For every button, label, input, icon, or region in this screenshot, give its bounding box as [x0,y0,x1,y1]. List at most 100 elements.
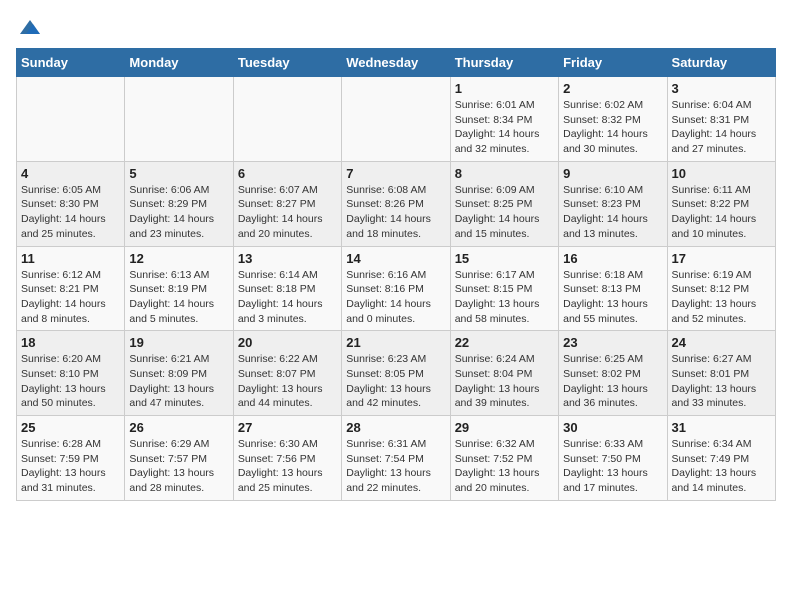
day-number: 27 [238,420,337,435]
calendar-cell: 18 Sunrise: 6:20 AM Sunset: 8:10 PM Dayli… [17,331,125,416]
page-header [16,16,776,36]
weekday-header-sunday: Sunday [17,49,125,77]
day-info: Sunrise: 6:20 AM Sunset: 8:10 PM Dayligh… [21,352,120,411]
calendar-cell: 12 Sunrise: 6:13 AM Sunset: 8:19 PM Dayli… [125,246,233,331]
calendar-body: 1 Sunrise: 6:01 AM Sunset: 8:34 PM Daylig… [17,77,776,501]
calendar-cell: 23Sunrise: 6:25 AM Sunset: 8:02 PM Dayli… [559,331,667,416]
calendar-cell: 29Sunrise: 6:32 AM Sunset: 7:52 PM Dayli… [450,416,558,501]
day-info: Sunrise: 6:09 AM Sunset: 8:25 PM Dayligh… [455,183,554,242]
calendar-cell: 11 Sunrise: 6:12 AM Sunset: 8:21 PM Dayli… [17,246,125,331]
day-number: 11 [21,251,120,266]
day-number: 22 [455,335,554,350]
day-number: 15 [455,251,554,266]
day-info: Sunrise: 6:31 AM Sunset: 7:54 PM Dayligh… [346,437,445,496]
calendar-week-3: 11 Sunrise: 6:12 AM Sunset: 8:21 PM Dayli… [17,246,776,331]
weekday-header-monday: Monday [125,49,233,77]
day-info: Sunrise: 6:07 AM Sunset: 8:27 PM Dayligh… [238,183,337,242]
day-number: 2 [563,81,662,96]
day-number: 14 [346,251,445,266]
logo [16,16,42,36]
calendar-cell: 22 Sunrise: 6:24 AM Sunset: 8:04 PM Dayli… [450,331,558,416]
day-info: Sunrise: 6:16 AM Sunset: 8:16 PM Dayligh… [346,268,445,327]
day-number: 16 [563,251,662,266]
weekday-header-saturday: Saturday [667,49,775,77]
day-info: Sunrise: 6:17 AM Sunset: 8:15 PM Dayligh… [455,268,554,327]
calendar-cell: 25 Sunrise: 6:28 AM Sunset: 7:59 PM Dayli… [17,416,125,501]
day-info: Sunrise: 6:27 AM Sunset: 8:01 PM Dayligh… [672,352,771,411]
day-info: Sunrise: 6:05 AM Sunset: 8:30 PM Dayligh… [21,183,120,242]
calendar-cell: 19 Sunrise: 6:21 AM Sunset: 8:09 PM Dayli… [125,331,233,416]
day-info: Sunrise: 6:11 AM Sunset: 8:22 PM Dayligh… [672,183,771,242]
day-number: 13 [238,251,337,266]
day-info: Sunrise: 6:30 AM Sunset: 7:56 PM Dayligh… [238,437,337,496]
day-number: 3 [672,81,771,96]
calendar-cell: 2 Sunrise: 6:02 AM Sunset: 8:32 PM Daylig… [559,77,667,162]
calendar-cell [233,77,341,162]
calendar-cell: 1 Sunrise: 6:01 AM Sunset: 8:34 PM Daylig… [450,77,558,162]
day-number: 7 [346,166,445,181]
calendar-week-2: 4Sunrise: 6:05 AM Sunset: 8:30 PM Daylig… [17,161,776,246]
calendar-cell [17,77,125,162]
day-number: 21 [346,335,445,350]
calendar-cell: 7 Sunrise: 6:08 AM Sunset: 8:26 PM Daylig… [342,161,450,246]
day-info: Sunrise: 6:01 AM Sunset: 8:34 PM Dayligh… [455,98,554,157]
day-info: Sunrise: 6:21 AM Sunset: 8:09 PM Dayligh… [129,352,228,411]
day-info: Sunrise: 6:02 AM Sunset: 8:32 PM Dayligh… [563,98,662,157]
calendar-week-5: 25 Sunrise: 6:28 AM Sunset: 7:59 PM Dayli… [17,416,776,501]
calendar-cell: 17 Sunrise: 6:19 AM Sunset: 8:12 PM Dayli… [667,246,775,331]
calendar-cell [342,77,450,162]
day-info: Sunrise: 6:08 AM Sunset: 8:26 PM Dayligh… [346,183,445,242]
day-number: 26 [129,420,228,435]
calendar-cell: 8 Sunrise: 6:09 AM Sunset: 8:25 PM Daylig… [450,161,558,246]
day-info: Sunrise: 6:04 AM Sunset: 8:31 PM Dayligh… [672,98,771,157]
calendar-cell: 5Sunrise: 6:06 AM Sunset: 8:29 PM Daylig… [125,161,233,246]
calendar-cell: 4Sunrise: 6:05 AM Sunset: 8:30 PM Daylig… [17,161,125,246]
calendar-cell: 20Sunrise: 6:22 AM Sunset: 8:07 PM Dayli… [233,331,341,416]
calendar-cell: 15 Sunrise: 6:17 AM Sunset: 8:15 PM Dayli… [450,246,558,331]
day-number: 24 [672,335,771,350]
day-info: Sunrise: 6:06 AM Sunset: 8:29 PM Dayligh… [129,183,228,242]
calendar-cell: 9Sunrise: 6:10 AM Sunset: 8:23 PM Daylig… [559,161,667,246]
calendar-cell: 21 Sunrise: 6:23 AM Sunset: 8:05 PM Dayli… [342,331,450,416]
weekday-header-friday: Friday [559,49,667,77]
day-info: Sunrise: 6:23 AM Sunset: 8:05 PM Dayligh… [346,352,445,411]
day-number: 30 [563,420,662,435]
day-number: 10 [672,166,771,181]
day-info: Sunrise: 6:19 AM Sunset: 8:12 PM Dayligh… [672,268,771,327]
calendar-cell: 10 Sunrise: 6:11 AM Sunset: 8:22 PM Dayli… [667,161,775,246]
day-number: 18 [21,335,120,350]
day-info: Sunrise: 6:13 AM Sunset: 8:19 PM Dayligh… [129,268,228,327]
day-number: 17 [672,251,771,266]
calendar-cell: 6 Sunrise: 6:07 AM Sunset: 8:27 PM Daylig… [233,161,341,246]
day-number: 31 [672,420,771,435]
day-info: Sunrise: 6:24 AM Sunset: 8:04 PM Dayligh… [455,352,554,411]
calendar-week-1: 1 Sunrise: 6:01 AM Sunset: 8:34 PM Daylig… [17,77,776,162]
day-info: Sunrise: 6:33 AM Sunset: 7:50 PM Dayligh… [563,437,662,496]
day-number: 1 [455,81,554,96]
calendar-cell [125,77,233,162]
day-info: Sunrise: 6:22 AM Sunset: 8:07 PM Dayligh… [238,352,337,411]
day-info: Sunrise: 6:28 AM Sunset: 7:59 PM Dayligh… [21,437,120,496]
calendar-week-4: 18 Sunrise: 6:20 AM Sunset: 8:10 PM Dayli… [17,331,776,416]
day-number: 6 [238,166,337,181]
day-number: 12 [129,251,228,266]
day-info: Sunrise: 6:14 AM Sunset: 8:18 PM Dayligh… [238,268,337,327]
logo-icon [18,16,42,40]
calendar-cell: 14 Sunrise: 6:16 AM Sunset: 8:16 PM Dayli… [342,246,450,331]
day-number: 19 [129,335,228,350]
weekday-header-thursday: Thursday [450,49,558,77]
weekday-header-row: SundayMondayTuesdayWednesdayThursdayFrid… [17,49,776,77]
calendar-cell: 26 Sunrise: 6:29 AM Sunset: 7:57 PM Dayli… [125,416,233,501]
day-number: 25 [21,420,120,435]
day-info: Sunrise: 6:10 AM Sunset: 8:23 PM Dayligh… [563,183,662,242]
calendar-cell: 27 Sunrise: 6:30 AM Sunset: 7:56 PM Dayli… [233,416,341,501]
calendar-cell: 3 Sunrise: 6:04 AM Sunset: 8:31 PM Daylig… [667,77,775,162]
day-number: 8 [455,166,554,181]
calendar-cell: 16 Sunrise: 6:18 AM Sunset: 8:13 PM Dayli… [559,246,667,331]
calendar-table: SundayMondayTuesdayWednesdayThursdayFrid… [16,48,776,501]
day-info: Sunrise: 6:18 AM Sunset: 8:13 PM Dayligh… [563,268,662,327]
day-number: 28 [346,420,445,435]
calendar-cell: 30 Sunrise: 6:33 AM Sunset: 7:50 PM Dayli… [559,416,667,501]
day-info: Sunrise: 6:12 AM Sunset: 8:21 PM Dayligh… [21,268,120,327]
day-info: Sunrise: 6:29 AM Sunset: 7:57 PM Dayligh… [129,437,228,496]
